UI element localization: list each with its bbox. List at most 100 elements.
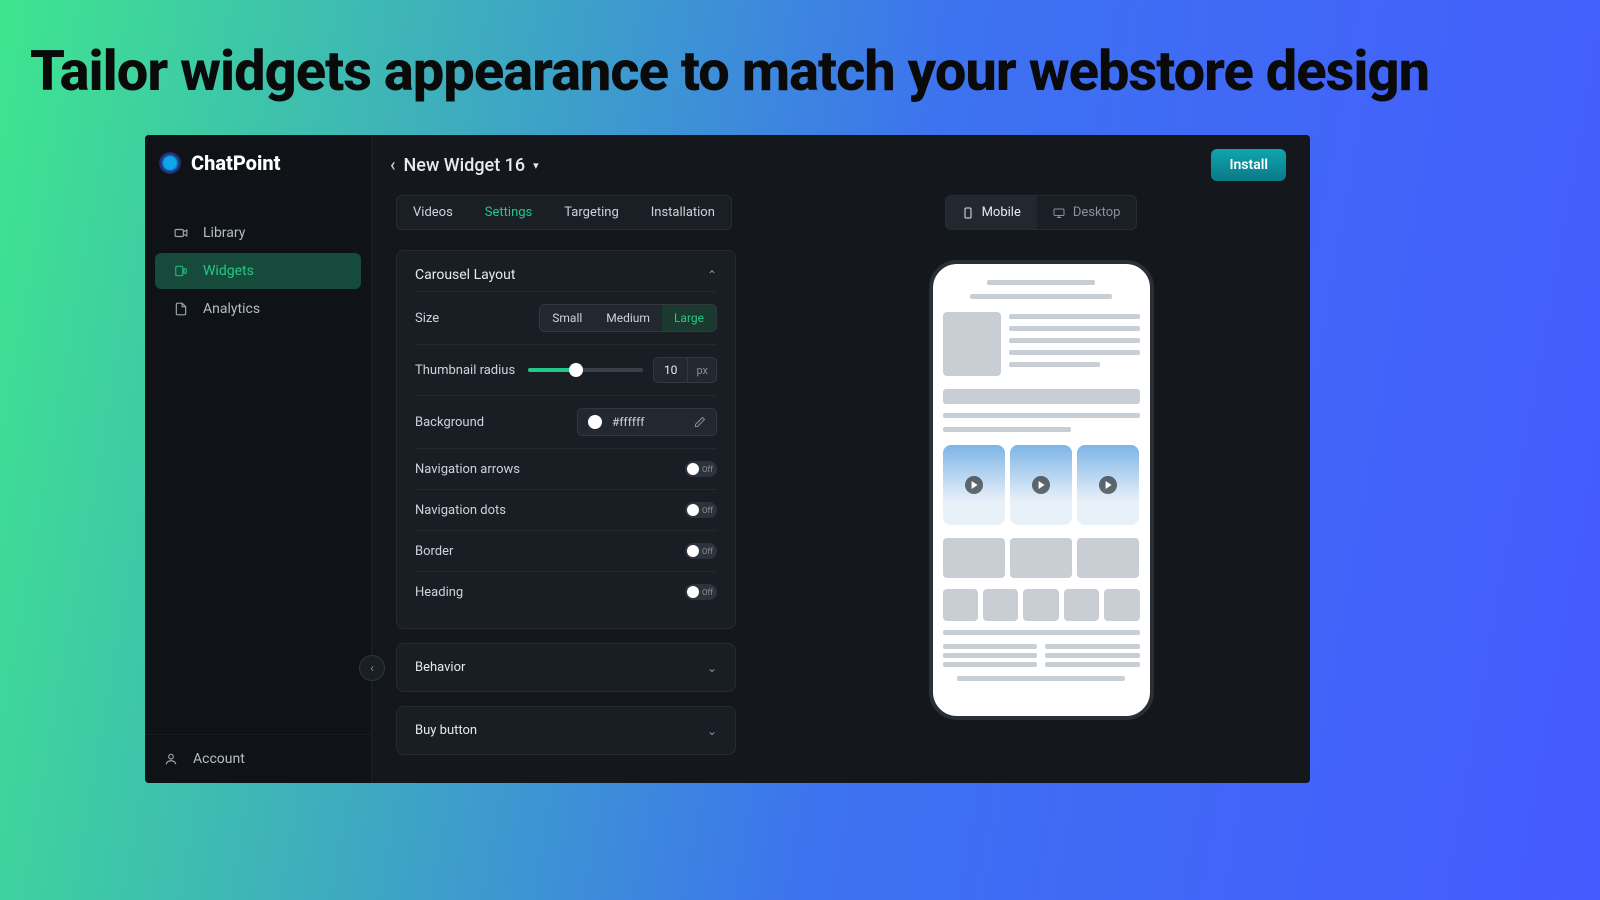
size-label: Size [415,311,439,326]
row-background: Background #ffffff [415,395,717,448]
toggle-knob [687,545,699,557]
hero-title: Tailor widgets appearance to match your … [0,0,1600,104]
sidebar-item-account[interactable]: Account [145,734,371,783]
background-label: Background [415,415,484,430]
slider-thumb[interactable] [569,363,583,377]
panel-buy-button[interactable]: Buy button ⌄ [396,706,736,755]
device-label: Mobile [982,205,1021,220]
toggle-off-label: Off [702,547,713,556]
page-title: New Widget 16 [404,155,526,176]
placeholder-line [1045,653,1140,658]
brand: ChatPoint [145,135,371,191]
toggle-knob [687,463,699,475]
placeholder-line [970,294,1112,299]
placeholder-line [1009,326,1140,331]
panel-title: Behavior [415,660,465,675]
placeholder-line [1009,350,1140,355]
sidebar-item-library[interactable]: Library [155,215,361,251]
sidebar-item-label: Library [203,225,245,241]
size-option-medium[interactable]: Medium [594,305,662,331]
thumb-radius-value: 10 [654,358,689,382]
thumb-radius-input[interactable]: 10 px [653,357,717,383]
size-option-large[interactable]: Large [662,305,716,331]
size-option-small[interactable]: Small [540,305,594,331]
placeholder-line [943,630,1140,635]
border-label: Border [415,544,453,559]
device-tabs: Mobile Desktop [945,195,1138,230]
tab-videos[interactable]: Videos [397,196,469,229]
border-toggle[interactable]: Off [685,543,717,559]
heading-label: Heading [415,585,463,600]
camera-icon [173,226,189,240]
toggle-knob [687,504,699,516]
chevron-up-icon: ⌃ [707,268,717,282]
brand-name: ChatPoint [191,151,280,175]
placeholder-columns [943,644,1140,667]
row-nav-dots: Navigation dots Off [415,489,717,530]
panel-title: Buy button [415,723,477,738]
placeholder-line [1009,362,1101,367]
video-thumbnail[interactable] [1077,445,1139,525]
sidebar-collapse-button[interactable]: ‹ [359,655,385,681]
sidebar-item-widgets[interactable]: Widgets [155,253,361,289]
panel-behavior[interactable]: Behavior ⌄ [396,643,736,692]
pencil-icon [694,416,706,428]
background-color-input[interactable]: #ffffff [577,408,717,436]
thumb-radius-unit: px [688,359,716,382]
phone-preview [929,260,1154,720]
thumb-radius-slider[interactable] [528,368,643,372]
row-nav-arrows: Navigation arrows Off [415,448,717,489]
sidebar: ChatPoint Library Widgets Analytics Acco… [145,135,372,783]
video-thumbnail[interactable] [943,445,1005,525]
tab-settings[interactable]: Settings [469,196,548,229]
sidebar-item-analytics[interactable]: Analytics [155,291,361,327]
app-frame: ChatPoint Library Widgets Analytics Acco… [145,135,1310,783]
device-tab-mobile[interactable]: Mobile [946,196,1037,229]
panel-carousel-layout: Carousel Layout ⌃ Size Small Medium Larg… [396,250,736,629]
placeholder-line [943,644,1038,649]
tab-targeting[interactable]: Targeting [548,196,634,229]
widget-icon [173,264,189,278]
preview-carousel [943,445,1140,525]
placeholder-line [943,653,1038,658]
video-thumbnail[interactable] [1010,445,1072,525]
device-tab-desktop[interactable]: Desktop [1037,196,1137,229]
toggle-off-label: Off [702,588,713,597]
main: ‹ ‹ New Widget 16 ▾ Install Videos Setti… [372,135,1310,783]
nav-arrows-label: Navigation arrows [415,462,520,477]
placeholder-line [987,280,1095,285]
placeholder-line [943,662,1038,667]
editor-tabs: Videos Settings Targeting Installation [396,195,732,230]
placeholder-grid [943,538,1140,578]
row-heading: Heading Off [415,571,717,612]
row-thumbnail-radius: Thumbnail radius 10 px [415,344,717,395]
thumb-radius-label: Thumbnail radius [415,363,515,378]
breadcrumb[interactable]: ‹ New Widget 16 ▾ [390,155,539,176]
placeholder-hero [943,312,1140,376]
placeholder-bar [943,389,1140,404]
nav: Library Widgets Analytics [145,191,371,734]
analytics-icon [173,302,189,316]
panel-header[interactable]: Carousel Layout ⌃ [415,267,717,291]
nav-arrows-toggle[interactable]: Off [685,461,717,477]
caret-down-icon: ▾ [533,159,539,172]
install-button[interactable]: Install [1211,149,1286,181]
sidebar-item-label: Analytics [203,301,260,317]
settings-column: Videos Settings Targeting Installation C… [396,195,736,755]
placeholder-line [943,427,1071,432]
content-row: Videos Settings Targeting Installation C… [372,195,1310,755]
nav-dots-toggle[interactable]: Off [685,502,717,518]
placeholder-line [957,676,1124,681]
toggle-off-label: Off [702,465,713,474]
chevron-left-icon: ‹ [390,155,396,176]
thumb-radius-control: 10 px [528,357,717,383]
chevron-down-icon: ⌄ [707,724,717,738]
placeholder-grid [943,589,1140,621]
tab-installation[interactable]: Installation [635,196,731,229]
user-icon [163,752,179,766]
placeholder-line [1009,314,1140,319]
toggle-off-label: Off [702,506,713,515]
chevron-down-icon: ⌄ [707,661,717,675]
heading-toggle[interactable]: Off [685,584,717,600]
placeholder-image [943,312,1001,376]
